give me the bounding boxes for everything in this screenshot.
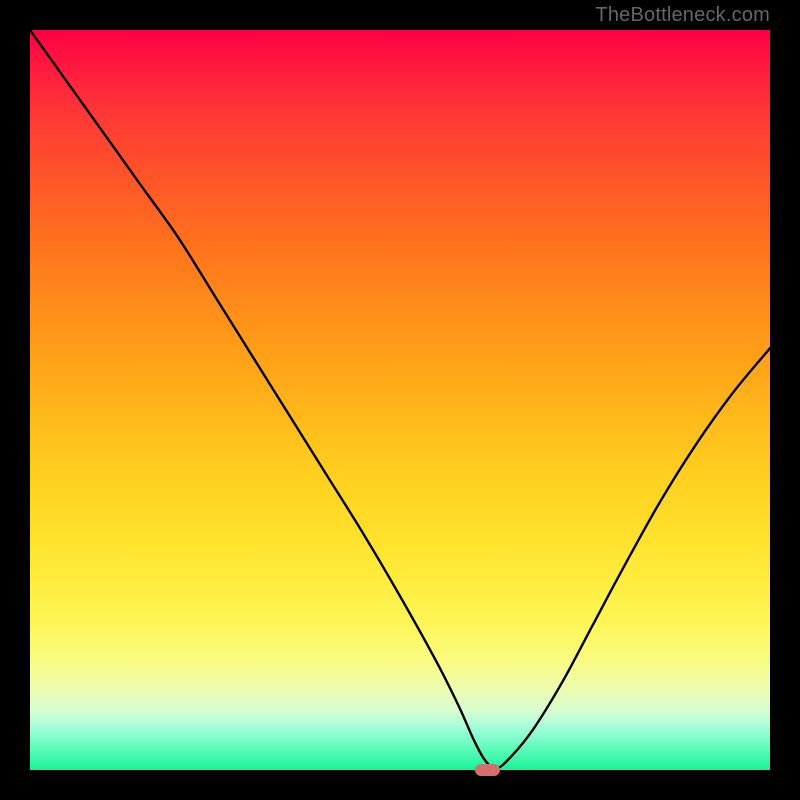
- plot-area: [30, 30, 770, 770]
- watermark-text: TheBottleneck.com: [595, 4, 770, 27]
- chart-frame: TheBottleneck.com: [0, 0, 800, 800]
- bottleneck-curve: [30, 30, 770, 770]
- optimal-marker: [475, 764, 499, 776]
